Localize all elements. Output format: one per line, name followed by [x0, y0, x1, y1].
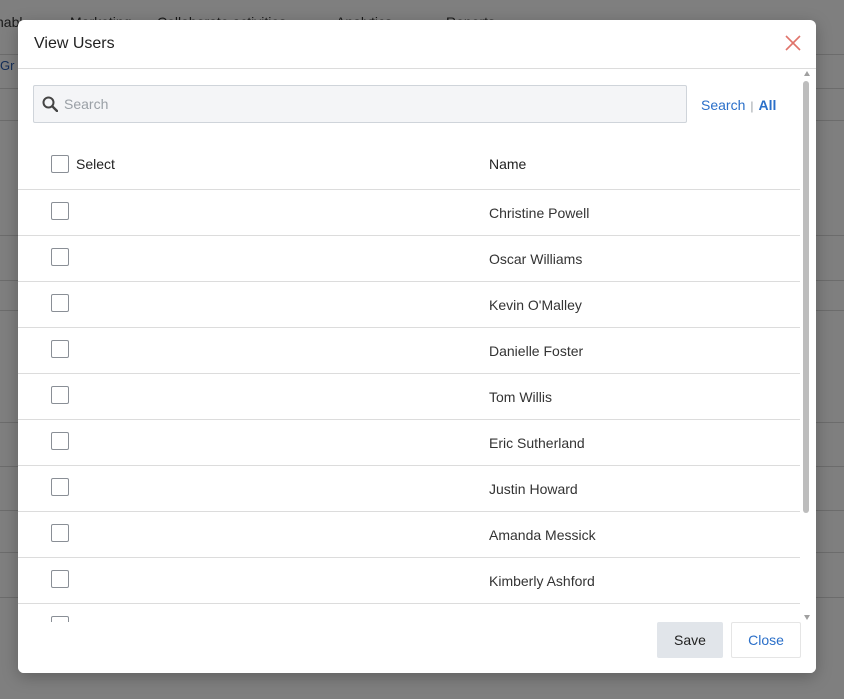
- row-select-checkbox[interactable]: [51, 202, 69, 220]
- row-select-checkbox[interactable]: [51, 570, 69, 588]
- table-row: Kimberly Ashford: [18, 558, 800, 604]
- user-name-cell: Oscar Williams: [489, 251, 583, 267]
- scrollbar-thumb[interactable]: [803, 81, 809, 513]
- row-select-checkbox[interactable]: [51, 248, 69, 266]
- search-input[interactable]: [64, 86, 674, 122]
- table-row: Oscar Williams: [18, 236, 800, 282]
- scroll-up-arrow-icon[interactable]: [804, 71, 810, 76]
- search-box: [33, 85, 687, 123]
- select-column-header: Select: [76, 156, 115, 172]
- table-row: Eric Sutherland: [18, 420, 800, 466]
- table-header: Select Name: [18, 137, 800, 190]
- user-name-cell: Christine Powell: [489, 205, 590, 221]
- user-name-cell: Kimberly Ashford: [489, 573, 595, 589]
- close-button[interactable]: Close: [731, 622, 801, 658]
- close-icon[interactable]: [784, 34, 802, 52]
- row-select-checkbox[interactable]: [51, 294, 69, 312]
- table-row: Christine Powell: [18, 190, 800, 236]
- search-links: Search | All: [701, 97, 776, 113]
- user-name-cell: Justin Howard: [489, 481, 578, 497]
- table-body: Christine Powell Oscar Williams Kevin O'Ma…: [18, 190, 800, 622]
- table-row: David Kensington: [18, 604, 800, 622]
- row-select-checkbox[interactable]: [51, 432, 69, 450]
- row-select-checkbox[interactable]: [51, 386, 69, 404]
- table-row: Tom Willis: [18, 374, 800, 420]
- name-column-header: Name: [489, 156, 527, 172]
- search-icon: [42, 96, 58, 112]
- save-button[interactable]: Save: [657, 622, 723, 658]
- table-row: Amanda Messick: [18, 512, 800, 558]
- user-name-cell: Tom Willis: [489, 389, 552, 405]
- table-row: Kevin O'Malley: [18, 282, 800, 328]
- users-table: Select Name Christine Powell Oscar Willia…: [18, 137, 800, 622]
- table-row: Danielle Foster: [18, 328, 800, 374]
- select-all-checkbox[interactable]: [51, 155, 69, 173]
- user-name-cell: Danielle Foster: [489, 343, 584, 359]
- search-link-separator: |: [750, 99, 754, 113]
- row-select-checkbox[interactable]: [51, 340, 69, 358]
- view-users-modal: View Users Search | All Select Name Christ…: [18, 20, 816, 673]
- modal-footer: Save Close: [18, 622, 816, 673]
- scrollbar[interactable]: [800, 69, 816, 622]
- user-name-cell: Kevin O'Malley: [489, 297, 582, 313]
- scroll-down-arrow-icon[interactable]: [804, 615, 810, 620]
- table-row: Justin Howard: [18, 466, 800, 512]
- user-name-cell: Amanda Messick: [489, 527, 596, 543]
- row-select-checkbox[interactable]: [51, 524, 69, 542]
- modal-title: View Users: [34, 35, 115, 52]
- user-name-cell: Eric Sutherland: [489, 435, 585, 451]
- modal-header: View Users: [18, 20, 816, 69]
- modal-body: Search | All Select Name Christine Powell O…: [18, 69, 800, 622]
- all-link[interactable]: All: [758, 97, 776, 113]
- row-select-checkbox[interactable]: [51, 478, 69, 496]
- search-link[interactable]: Search: [701, 97, 745, 113]
